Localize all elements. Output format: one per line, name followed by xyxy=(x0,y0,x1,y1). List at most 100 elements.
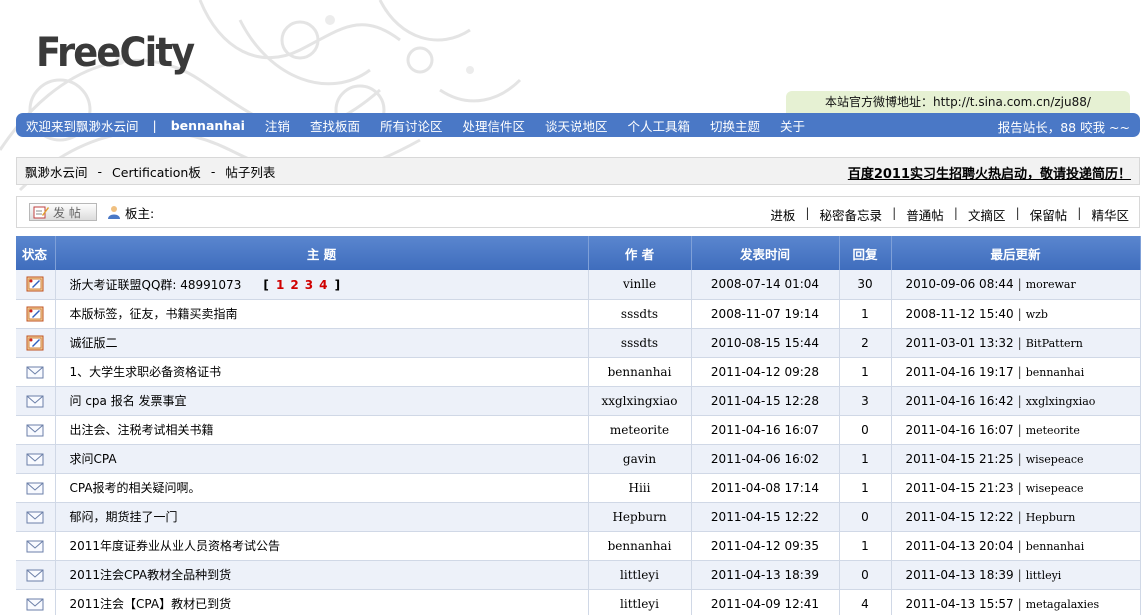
header-last-update: 最后更新 xyxy=(891,236,1141,270)
last-update-user[interactable]: Hepburn xyxy=(1026,511,1076,524)
table-row[interactable]: 诚征版二 sssdts 2010-08-15 15:44 2 2011-03-01 13… xyxy=(16,328,1141,358)
author-cell[interactable]: Hiii xyxy=(588,473,692,503)
title-cell: 2011年度证券业从业人员资格考试公告 xyxy=(55,531,589,561)
breadcrumb-site[interactable]: 飘渺水云间 xyxy=(25,162,88,181)
nav-item-all-boards[interactable]: 所有讨论区 xyxy=(380,116,443,135)
nav-item-mail[interactable]: 处理信件区 xyxy=(462,116,525,135)
last-update-user[interactable]: meteorite xyxy=(1026,424,1080,437)
author-cell[interactable]: xxglxingxiao xyxy=(588,386,692,416)
nav-item-toolbox[interactable]: 个人工具箱 xyxy=(628,116,691,135)
topic-title-link[interactable]: 问 cpa 报名 发票事宜 xyxy=(70,394,187,408)
ad-link[interactable]: 百度2011实习生招聘火热启动，敬请投递简历！ xyxy=(848,163,1131,182)
link-digest[interactable]: 文摘区 xyxy=(968,205,1006,224)
link-separator: | xyxy=(892,205,897,220)
title-cell: 2011注会CPA教材全品种到货 xyxy=(55,560,589,590)
table-row[interactable]: 2011注会CPA教材全品种到货 littleyi 2011-04-13 18:39… xyxy=(16,560,1141,590)
last-update-user[interactable]: morewar xyxy=(1026,278,1076,291)
breadcrumb: 飘渺水云间 - Certification板 - 帖子列表 百度2011实习生招… xyxy=(16,157,1140,185)
page-link[interactable]: 2 xyxy=(290,278,298,292)
topic-title-link[interactable]: 本版标签，征友，书籍买卖指南 xyxy=(70,307,238,321)
link-essence[interactable]: 精华区 xyxy=(1091,205,1129,224)
table-row[interactable]: CPA报考的相关疑问啊。 Hiii 2011-04-08 17:14 1 2011-04… xyxy=(16,473,1141,503)
topic-title-link[interactable]: 浙大考证联盟QQ群: 48991073 xyxy=(70,278,242,292)
topic-title-link[interactable]: 2011注会【CPA】教材已到货 xyxy=(70,597,232,611)
author-cell[interactable]: Hepburn xyxy=(588,502,692,532)
author-cell[interactable]: sssdts xyxy=(588,299,692,329)
table-row[interactable]: 浙大考证联盟QQ群: 48991073 [ 1234 ] vinlle 2008-07… xyxy=(16,270,1141,300)
nav-item-about[interactable]: 关于 xyxy=(780,116,805,135)
table-row[interactable]: 求问CPA gavin 2011-04-06 16:02 1 2011-04-15 21… xyxy=(16,444,1141,474)
last-update-user[interactable]: wisepeace xyxy=(1026,482,1084,495)
topic-title-link[interactable]: 1、大学生求职必备资格证书 xyxy=(70,365,222,379)
last-update-user[interactable]: wzb xyxy=(1026,308,1048,321)
table-row[interactable]: 郁闷，期货挂了一门 Hepburn 2011-04-15 12:22 0 2011-04… xyxy=(16,502,1141,532)
title-cell: 1、大学生求职必备资格证书 xyxy=(55,357,589,387)
topic-title-link[interactable]: CPA报考的相关疑问啊。 xyxy=(70,481,201,495)
last-update-separator: | xyxy=(1017,393,1022,408)
last-update-separator: | xyxy=(1017,422,1022,437)
new-post-label: 发 帖 xyxy=(53,205,81,220)
link-secret-memo[interactable]: 秘密备忘录 xyxy=(820,205,883,224)
page-link[interactable]: 3 xyxy=(305,278,313,292)
nav-username[interactable]: bennanhai xyxy=(171,118,245,133)
mail-envelope-icon xyxy=(26,480,44,494)
topic-title-link[interactable]: 2011年度证券业从业人员资格考试公告 xyxy=(70,539,281,553)
author-cell[interactable]: littleyi xyxy=(588,560,692,590)
table-row[interactable]: 本版标签，征友，书籍买卖指南 sssdts 2008-11-07 19:14 1 200… xyxy=(16,299,1141,329)
status-cell xyxy=(16,473,56,503)
title-cell: 浙大考证联盟QQ群: 48991073 [ 1234 ] xyxy=(55,270,589,300)
page-link[interactable]: 4 xyxy=(319,278,327,292)
last-update-user[interactable]: bennanhai xyxy=(1026,366,1085,379)
nav-welcome-link[interactable]: 欢迎来到飘渺水云间 xyxy=(26,116,139,135)
nav-item-switch-theme[interactable]: 切换主题 xyxy=(710,116,760,135)
topic-title-link[interactable]: 郁闷，期货挂了一门 xyxy=(70,510,178,524)
author-cell[interactable]: meteorite xyxy=(588,415,692,445)
post-time-cell: 2011-04-12 09:35 xyxy=(691,531,840,561)
author-cell[interactable]: littleyi xyxy=(588,589,692,615)
link-normal-posts[interactable]: 普通帖 xyxy=(906,205,944,224)
author-cell[interactable]: gavin xyxy=(588,444,692,474)
nav-item-chat[interactable]: 谈天说地区 xyxy=(545,116,608,135)
nav-item-search-boards[interactable]: 查找板面 xyxy=(310,116,360,135)
title-cell: 诚征版二 xyxy=(55,328,589,358)
topic-title-link[interactable]: 2011注会CPA教材全品种到货 xyxy=(70,568,232,582)
nav-item-logout[interactable]: 注销 xyxy=(265,116,290,135)
table-row[interactable]: 问 cpa 报名 发票事宜 xxglxingxiao 2011-04-15 12:2… xyxy=(16,386,1141,416)
topic-title-link[interactable]: 求问CPA xyxy=(70,452,117,466)
last-update-user[interactable]: littleyi xyxy=(1026,569,1062,582)
last-update-cell: 2011-04-15 21:25 | wisepeace xyxy=(891,444,1141,474)
last-update-separator: | xyxy=(1017,538,1022,553)
breadcrumb-board[interactable]: Certification板 xyxy=(112,162,201,181)
title-cell: 问 cpa 报名 发票事宜 xyxy=(55,386,589,416)
table-header-row: 状态 主 题 作 者 发表时间 回复 最后更新 xyxy=(16,236,1141,270)
last-update-user[interactable]: BitPattern xyxy=(1026,337,1083,350)
link-reserved-posts[interactable]: 保留帖 xyxy=(1030,205,1068,224)
board-toolbar: 发 帖 板主: 进板 | 秘密备忘录 | 普通帖 | 文摘区 | 保留帖 | 精… xyxy=(16,196,1140,228)
last-update-user[interactable]: metagalaxies xyxy=(1026,598,1099,611)
table-row[interactable]: 2011注会【CPA】教材已到货 littleyi 2011-04-09 12:41… xyxy=(16,589,1141,615)
table-row[interactable]: 出注会、注税考试相关书籍 meteorite 2011-04-16 16:07 0 20… xyxy=(16,415,1141,445)
author-cell[interactable]: vinlle xyxy=(588,270,692,300)
new-post-button[interactable]: 发 帖 xyxy=(29,203,97,221)
mail-envelope-icon xyxy=(26,509,44,523)
last-update-user[interactable]: wisepeace xyxy=(1026,453,1084,466)
post-pen-icon xyxy=(33,206,49,219)
last-update-separator: | xyxy=(1017,567,1022,582)
header-title: 主 题 xyxy=(55,236,589,270)
topic-title-link[interactable]: 出注会、注税考试相关书籍 xyxy=(70,423,214,437)
page-link[interactable]: 1 xyxy=(276,278,284,292)
last-update-user[interactable]: bennanhai xyxy=(1026,540,1085,553)
nav-report-admin-link[interactable]: 报告站长，88 咬我 ~~ xyxy=(998,117,1130,136)
last-update-separator: | xyxy=(1017,480,1022,495)
author-cell[interactable]: sssdts xyxy=(588,328,692,358)
table-row[interactable]: 1、大学生求职必备资格证书 bennanhai 2011-04-12 09:28 1 2… xyxy=(16,357,1141,387)
table-row[interactable]: 2011年度证券业从业人员资格考试公告 bennanhai 2011-04-12 0… xyxy=(16,531,1141,561)
author-cell[interactable]: bennanhai xyxy=(588,357,692,387)
last-update-user[interactable]: xxglxingxiao xyxy=(1026,395,1096,408)
moderator-info: 板主: xyxy=(107,203,154,222)
link-enter-board[interactable]: 进板 xyxy=(770,205,795,224)
last-update-time: 2011-04-15 21:25 xyxy=(905,451,1014,466)
topic-title-link[interactable]: 诚征版二 xyxy=(70,336,118,350)
status-cell xyxy=(16,531,56,561)
author-cell[interactable]: bennanhai xyxy=(588,531,692,561)
